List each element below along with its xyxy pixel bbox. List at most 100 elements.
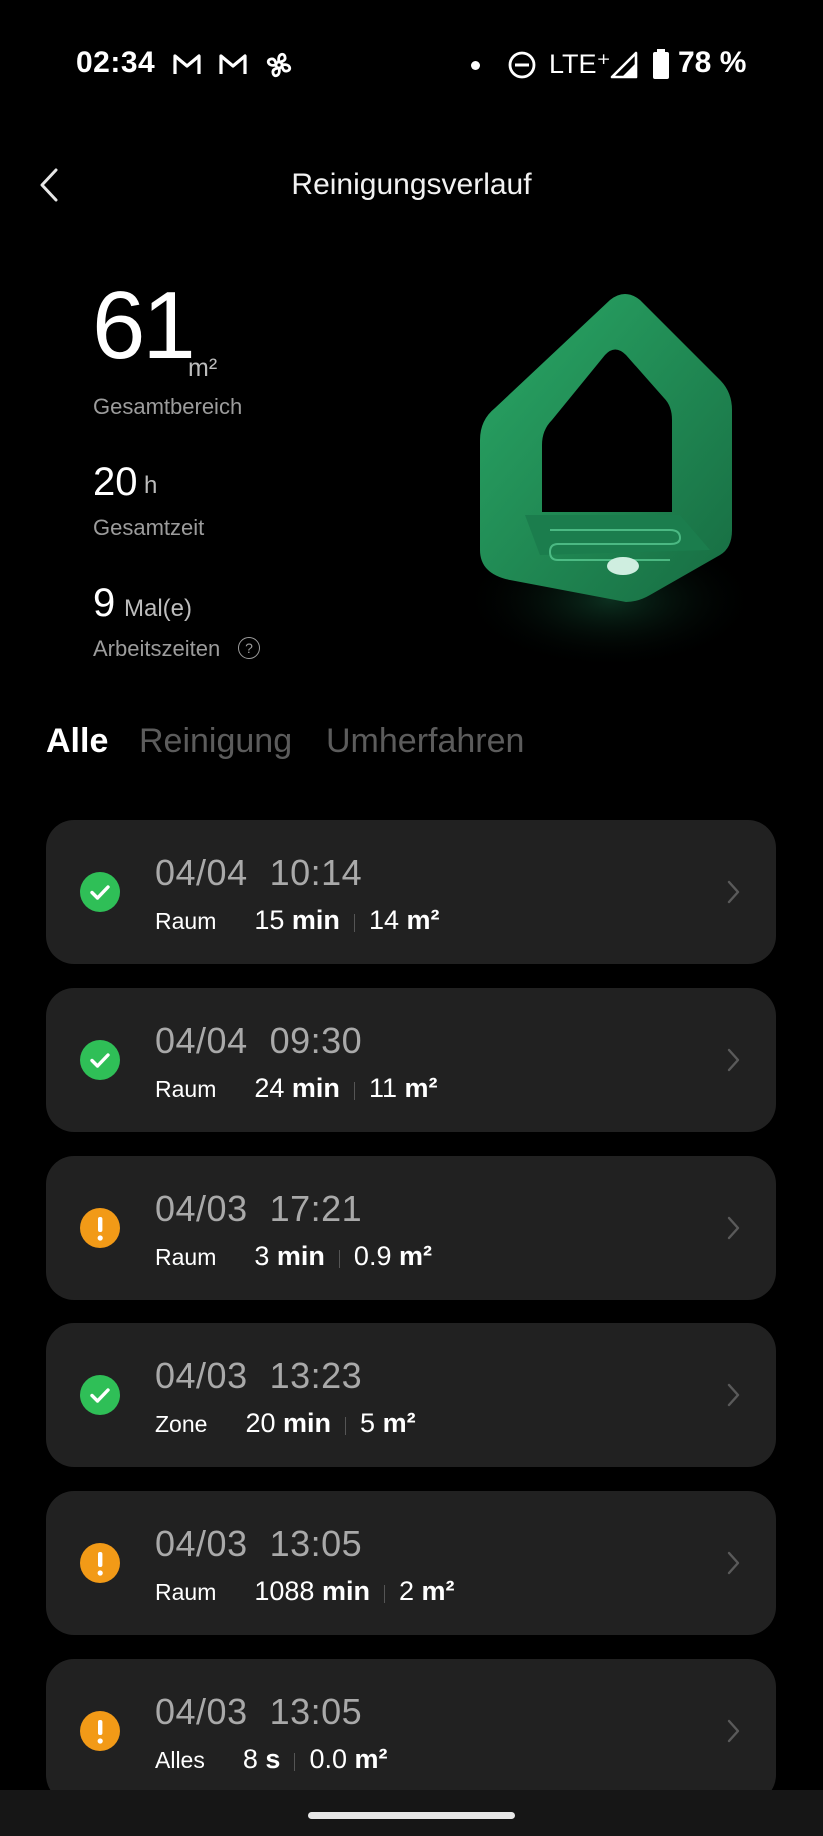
total-area-label: Gesamtbereich (93, 394, 243, 419)
tab-roaming[interactable]: Umherfahren (326, 722, 524, 761)
record-duration-value: 1088 (254, 1576, 315, 1606)
record-duration: 8 s (243, 1744, 281, 1774)
record-area-unit: m² (406, 905, 440, 935)
record-duration-value: 8 (242, 1744, 258, 1774)
history-record-card[interactable]: 04/03 13:23 Zone 20 min 5 m² (46, 1323, 776, 1467)
record-date: 04/03 (155, 1355, 248, 1396)
total-area-value: 61 (92, 272, 196, 379)
record-datetime: 04/03 13:05 (155, 1523, 362, 1565)
record-area-value: 5 (360, 1408, 376, 1438)
record-area-value: 14 (368, 905, 399, 935)
total-time-unit: h (144, 472, 158, 499)
record-date: 04/04 (155, 1020, 248, 1061)
record-time: 10:14 (269, 852, 363, 893)
record-datetime: 04/03 13:05 (155, 1691, 362, 1733)
warning-exclamation-icon (80, 1711, 120, 1751)
warning-exclamation-icon (80, 1208, 120, 1248)
record-area-unit: m² (421, 1576, 455, 1606)
record-date: 04/03 (155, 1188, 248, 1229)
record-mode: Alles (155, 1747, 205, 1773)
record-duration: 3 min (254, 1241, 325, 1271)
record-details: Raum 1088 min 2 m² (155, 1576, 455, 1607)
history-record-card[interactable]: 04/03 17:21 Raum 3 min 0.9 m² (46, 1156, 776, 1300)
record-area-value: 2 (398, 1576, 414, 1606)
divider (353, 913, 355, 932)
record-mode: Raum (155, 1244, 217, 1270)
work-count-label: Arbeitszeiten (93, 636, 221, 661)
record-time: 13:05 (269, 1523, 363, 1564)
status-bar: 02:34 LTE⁺ 78 % (0, 0, 823, 132)
record-area-unit: m² (404, 1073, 438, 1103)
record-duration-value: 3 (254, 1241, 270, 1271)
gmail-icon (172, 50, 202, 78)
record-details: Raum 24 min 11 m² (155, 1073, 437, 1104)
page-title: Reinigungsverlauf (291, 168, 532, 201)
chevron-right-icon (726, 878, 742, 906)
history-record-card[interactable]: 04/03 13:05 Raum 1088 min 2 m² (46, 1491, 776, 1635)
chevron-right-icon (726, 1046, 742, 1074)
record-duration-unit: min (291, 905, 340, 935)
work-count-value: 9 (93, 581, 116, 625)
record-duration-unit: s (265, 1744, 281, 1774)
success-check-icon (80, 1375, 120, 1415)
record-duration: 15 min (254, 905, 340, 935)
record-datetime: 04/03 17:21 (155, 1188, 362, 1230)
history-record-card[interactable]: 04/03 13:05 Alles 8 s 0.0 m² (46, 1659, 776, 1803)
gmail-icon (218, 50, 248, 78)
record-area-value: 11 (368, 1073, 397, 1103)
record-details: Raum 3 min 0.9 m² (155, 1241, 432, 1272)
record-date: 04/03 (155, 1523, 248, 1564)
divider (383, 1584, 385, 1603)
history-record-card[interactable]: 04/04 09:30 Raum 24 min 11 m² (46, 988, 776, 1132)
record-datetime: 04/04 10:14 (155, 852, 362, 894)
record-mode: Raum (155, 1579, 217, 1605)
signal-icon (610, 51, 640, 79)
record-area-value: 0.0 (309, 1744, 347, 1774)
history-record-card[interactable]: 04/04 10:14 Raum 15 min 14 m² (46, 820, 776, 964)
fan-icon (264, 50, 294, 78)
record-area: 2 m² (399, 1576, 455, 1606)
do-not-disturb-icon (508, 51, 538, 79)
warning-exclamation-icon (80, 1543, 120, 1583)
record-date: 04/04 (155, 852, 248, 893)
record-duration-value: 24 (254, 1073, 285, 1103)
divider (338, 1249, 340, 1268)
tab-cleaning[interactable]: Reinigung (139, 722, 292, 761)
record-area: 0.0 m² (309, 1744, 387, 1774)
chevron-right-icon (726, 1381, 742, 1409)
record-duration: 24 min (254, 1073, 340, 1103)
divider (353, 1081, 355, 1100)
record-mode: Raum (155, 908, 217, 934)
record-duration: 20 min (245, 1408, 331, 1438)
record-datetime: 04/04 09:30 (155, 1020, 362, 1062)
network-type: LTE⁺ (549, 49, 611, 79)
record-area-unit: m² (354, 1744, 388, 1774)
record-details: Raum 15 min 14 m² (155, 905, 440, 936)
divider (294, 1752, 296, 1771)
record-area: 0.9 m² (354, 1241, 432, 1271)
success-check-icon (80, 872, 120, 912)
success-check-icon (80, 1040, 120, 1080)
record-duration-unit: min (283, 1408, 332, 1438)
record-details: Zone 20 min 5 m² (155, 1408, 416, 1439)
tab-all[interactable]: Alle (46, 722, 108, 761)
record-date: 04/03 (155, 1691, 248, 1732)
record-duration-value: 15 (254, 905, 285, 935)
status-time: 02:34 (76, 46, 156, 79)
total-time-value: 20 (93, 460, 138, 504)
notification-dot-icon (471, 61, 480, 70)
record-mode: Raum (155, 1076, 217, 1102)
total-area-unit: m² (188, 354, 218, 382)
chevron-right-icon (726, 1549, 742, 1577)
record-duration: 1088 min (254, 1576, 370, 1606)
record-mode: Zone (155, 1411, 208, 1437)
record-area-unit: m² (398, 1241, 432, 1271)
home-indicator[interactable] (308, 1812, 515, 1819)
help-icon[interactable]: ? (238, 637, 260, 659)
record-area: 5 m² (360, 1408, 416, 1438)
record-details: Alles 8 s 0.0 m² (155, 1744, 388, 1775)
divider (345, 1416, 347, 1435)
record-time: 13:05 (269, 1691, 363, 1732)
record-duration-unit: min (291, 1073, 340, 1103)
record-time: 17:21 (269, 1188, 363, 1229)
